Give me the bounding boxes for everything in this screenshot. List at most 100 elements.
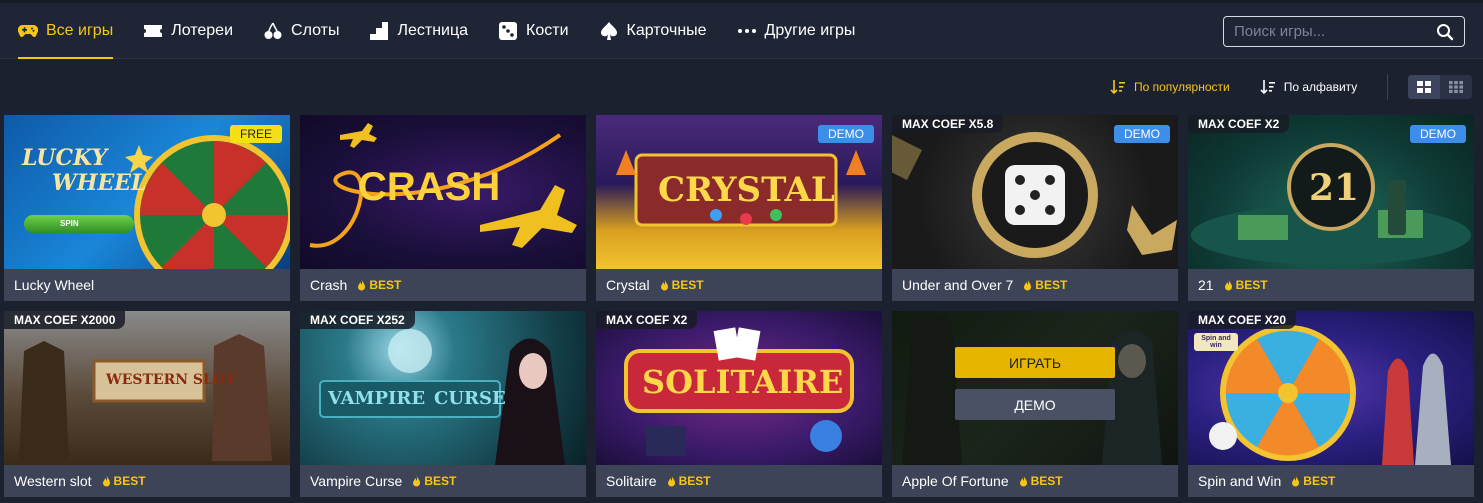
games-grid: LUCKY WHEEL SPIN FREE Lucky Wheel CRASH …	[4, 115, 1474, 497]
game-card-solitaire[interactable]: SOLITAIRE MAX COEF X2 Solitaire BEST	[596, 311, 882, 497]
tab-ladder[interactable]: Лестница	[369, 3, 468, 59]
card-footer: 21 BEST	[1188, 269, 1474, 301]
tab-all-games[interactable]: Все игры	[18, 3, 114, 59]
best-label: BEST	[1303, 474, 1336, 488]
category-tabs: Все игры Лотереи Слоты Лестница Кости Ка…	[18, 3, 885, 59]
game-card-spin-and-win[interactable]: Spin and win MAX COEF X20 Spin and Win B…	[1188, 311, 1474, 497]
best-badge: BEST	[102, 474, 146, 488]
spin-graphic: SPIN	[24, 215, 134, 233]
max-coef-label: MAX COEF X5.8	[892, 115, 1004, 133]
demo-badge: DEMO	[1114, 125, 1170, 143]
art-title: 21	[1309, 167, 1360, 209]
search-icon[interactable]	[1436, 23, 1454, 41]
art-title: SOLITAIRE	[642, 363, 844, 401]
best-label: BEST	[369, 278, 402, 292]
game-card-western-slot[interactable]: WESTERN SLOT MAX COEF X2000 Western slot…	[4, 311, 290, 497]
tab-lotteries[interactable]: Лотереи	[143, 3, 233, 59]
tab-label: Другие игры	[764, 22, 856, 39]
gamepad-icon	[18, 21, 38, 41]
grid-small-icon	[1449, 81, 1464, 93]
game-thumbnail: VAMPIRE CURSE	[300, 311, 586, 465]
card-footer: Lucky Wheel	[4, 269, 290, 301]
game-card-21[interactable]: 21 MAX COEF X2 DEMO 21 BEST	[1188, 115, 1474, 301]
max-coef-label: MAX COEF X252	[300, 311, 415, 329]
tab-slots[interactable]: Слоты	[263, 3, 339, 59]
game-card-apple-of-fortune[interactable]: ИГРАТЬ ДЕМО Apple Of Fortune BEST	[892, 311, 1178, 497]
top-nav: Все игры Лотереи Слоты Лестница Кости Ка…	[0, 0, 1483, 59]
game-name: Spin and Win	[1198, 473, 1282, 489]
max-coef-label: MAX COEF X2	[596, 311, 698, 329]
sort-label: По алфавиту	[1283, 80, 1358, 94]
flame-icon	[358, 279, 366, 291]
card-footer: Crystal BEST	[596, 269, 882, 301]
game-card-crash[interactable]: CRASH Crash BEST	[300, 115, 586, 301]
grid-large-view-button[interactable]	[1408, 75, 1441, 99]
game-name: Solitaire	[606, 473, 657, 489]
art-title: CRYSTAL	[658, 170, 835, 210]
stairs-icon	[369, 21, 389, 41]
card-footer: Apple Of Fortune BEST	[892, 465, 1178, 497]
cherry-icon	[263, 21, 283, 41]
tab-label: Кости	[526, 22, 569, 39]
sort-bar: По популярности По алфавиту	[1110, 74, 1473, 100]
spade-icon	[599, 21, 619, 41]
sort-label: По популярности	[1134, 80, 1230, 94]
flame-icon	[1224, 279, 1232, 291]
art-title: CRASH	[358, 165, 501, 209]
best-badge: BEST	[1224, 278, 1268, 292]
flame-icon	[1019, 475, 1027, 487]
flame-icon	[660, 279, 668, 291]
game-card-crystal[interactable]: CRYSTAL DEMO Crystal BEST	[596, 115, 882, 301]
card-footer: Solitaire BEST	[596, 465, 882, 497]
game-name: Crystal	[606, 277, 650, 293]
game-name: 21	[1198, 277, 1214, 293]
tab-dice[interactable]: Кости	[498, 3, 569, 59]
best-badge: BEST	[660, 278, 704, 292]
grid-small-view-button[interactable]	[1440, 75, 1472, 99]
sort-alphabetical[interactable]: По алфавиту	[1260, 79, 1358, 95]
demo-badge: DEMO	[818, 125, 874, 143]
tab-label: Лотереи	[171, 22, 234, 39]
art-title-line-1: LUCKY	[22, 145, 108, 171]
best-badge: BEST	[357, 278, 401, 292]
game-card-lucky-wheel[interactable]: LUCKY WHEEL SPIN FREE Lucky Wheel	[4, 115, 290, 301]
game-thumbnail: SOLITAIRE	[596, 311, 882, 465]
best-label: BEST	[678, 474, 711, 488]
play-button[interactable]: ИГРАТЬ	[955, 347, 1115, 378]
game-name: Vampire Curse	[310, 473, 403, 489]
game-card-under-and-over-7[interactable]: MAX COEF X5.8 DEMO Under and Over 7 BEST	[892, 115, 1178, 301]
card-footer: Under and Over 7 BEST	[892, 269, 1178, 301]
art-title-line-2: CURSE	[434, 388, 506, 409]
tab-label: Карточные	[626, 22, 707, 39]
game-name: Western slot	[14, 473, 92, 489]
flame-icon	[667, 475, 675, 487]
game-card-vampire-curse[interactable]: VAMPIRE CURSE MAX COEF X252 Vampire Curs…	[300, 311, 586, 497]
best-badge: BEST	[412, 474, 456, 488]
demo-badge: DEMO	[1410, 125, 1466, 143]
max-coef-label: MAX COEF X2000	[4, 311, 126, 329]
spin-and-win-logo: Spin and win	[1194, 333, 1238, 351]
grid-large-icon	[1417, 81, 1432, 93]
tab-cards[interactable]: Карточные	[599, 3, 707, 59]
best-label: BEST	[1235, 278, 1268, 292]
sort-by-popularity[interactable]: По популярности	[1110, 79, 1230, 95]
art-title: WESTERN SLOT	[106, 372, 236, 388]
demo-button[interactable]: ДЕМО	[955, 389, 1115, 420]
sort-desc-icon	[1110, 80, 1125, 95]
divider	[1387, 74, 1389, 100]
game-name: Apple Of Fortune	[902, 473, 1009, 489]
art-title-line-1: VAMPIRE	[328, 388, 426, 409]
best-label: BEST	[1035, 278, 1068, 292]
dice-icon	[498, 21, 518, 41]
dots-icon	[737, 21, 757, 41]
best-badge: BEST	[1019, 474, 1063, 488]
tab-label: Все игры	[46, 22, 114, 39]
tab-label: Слоты	[291, 22, 340, 39]
flame-icon	[102, 475, 110, 487]
tab-other-games[interactable]: Другие игры	[737, 3, 856, 59]
search-input[interactable]	[1234, 23, 1436, 40]
card-footer: Western slot BEST	[4, 465, 290, 497]
card-footer: Vampire Curse BEST	[300, 465, 586, 497]
flame-icon	[1292, 475, 1300, 487]
art-title-line-2: WHEEL	[52, 170, 147, 196]
